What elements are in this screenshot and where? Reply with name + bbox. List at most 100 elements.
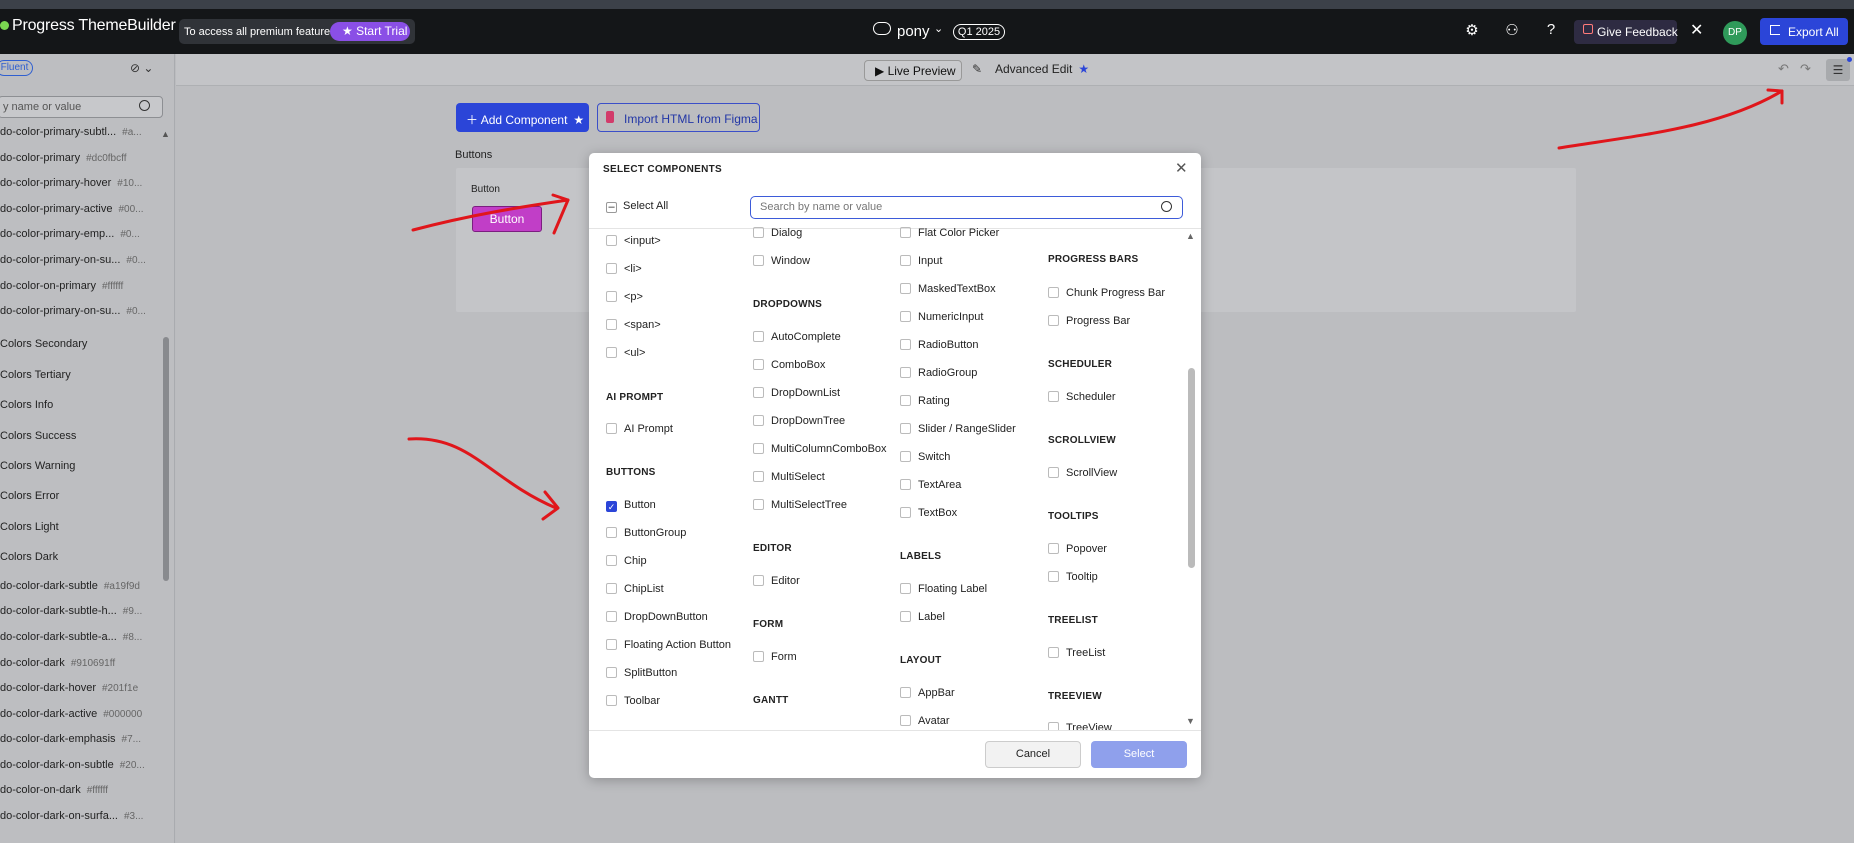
component-checkbox[interactable]: <li> [606,263,642,275]
close-icon[interactable]: ✕ [1175,159,1188,177]
undo-icon[interactable]: ↶ [1778,61,1789,77]
component-checkbox[interactable]: <input> [606,235,661,247]
visibility-toggle-icon[interactable]: ⊘ ⌄ [130,61,153,75]
group-colors-success[interactable]: Colors Success [0,430,76,442]
add-component-button[interactable]: ＋ Add Component ★ [456,103,589,132]
component-checkbox[interactable]: Window [753,255,810,267]
avatar[interactable]: DP [1723,21,1747,45]
component-checkbox[interactable]: Scheduler [1048,391,1116,403]
component-checkbox[interactable]: ButtonGroup [606,527,686,539]
component-checkbox[interactable]: Floating Label [900,583,987,595]
group-colors-tertiary[interactable]: Colors Tertiary [0,369,71,381]
component-checkbox[interactable]: AutoComplete [753,331,841,343]
component-checkbox[interactable]: ScrollView [1048,467,1117,479]
cancel-button[interactable]: Cancel [985,741,1081,768]
component-checkbox[interactable]: Tooltip [1048,571,1098,583]
component-checkbox[interactable]: DropDownTree [753,415,845,427]
component-checkbox-checked[interactable]: ✓ Button [606,499,656,512]
token-item[interactable]: do-color-primary-on-su... #0... [0,305,150,317]
select-all-checkbox[interactable]: – Select All [606,200,668,213]
component-checkbox[interactable]: Slider / RangeSlider [900,423,1016,435]
token-item[interactable]: do-color-dark-subtle-a... #8... [0,631,150,643]
token-item[interactable]: do-color-primary-on-su... #0... [0,254,150,266]
group-colors-error[interactable]: Colors Error [0,490,59,502]
token-item[interactable]: do-color-primary-subtl... #a... [0,126,150,138]
component-checkbox[interactable]: RadioButton [900,339,979,351]
chevron-down-icon[interactable]: ⌄ [934,22,943,35]
component-checkbox[interactable]: AI Prompt [606,423,673,435]
component-checkbox[interactable]: TextArea [900,479,961,491]
component-checkbox[interactable]: Chip [606,555,647,567]
scroll-up-icon[interactable]: ▲ [1186,231,1195,241]
token-item[interactable]: do-color-primary-emp... #0... [0,228,150,240]
redo-icon[interactable]: ↷ [1800,61,1811,77]
live-preview-button[interactable]: ▶ Live Preview [864,60,962,81]
add-user-icon[interactable]: ⚇ [1502,21,1522,41]
token-item[interactable]: do-color-primary-active #00... [0,203,150,215]
select-button[interactable]: Select [1091,741,1187,768]
app-logo[interactable]: Progress ThemeBuilder [0,17,176,35]
component-checkbox[interactable]: SplitButton [606,667,677,679]
token-item[interactable]: do-color-on-dark #ffffff [0,784,150,796]
scroll-up-icon[interactable]: ▲ [161,129,170,139]
dialog-scrollbar[interactable] [1188,368,1195,568]
token-item[interactable]: do-color-dark #910691ff [0,657,150,669]
token-item[interactable]: do-color-dark-subtle #a19f9d [0,580,150,592]
component-checkbox[interactable]: Popover [1048,543,1107,555]
component-checkbox[interactable]: DropDownButton [606,611,708,623]
component-checkbox[interactable]: Floating Action Button [606,639,731,651]
component-checkbox[interactable]: RadioGroup [900,367,977,379]
component-checkbox[interactable]: Switch [900,451,950,463]
component-checkbox[interactable]: <span> [606,319,661,331]
component-checkbox[interactable]: Dialog [753,227,802,239]
sample-button[interactable]: Button [472,206,542,232]
token-item[interactable]: do-color-dark-subtle-h... #9... [0,605,150,617]
component-checkbox[interactable]: DropDownList [753,387,840,399]
component-checkbox[interactable]: ChipList [606,583,664,595]
component-checkbox[interactable]: TextBox [900,507,957,519]
import-html-button[interactable]: Import HTML from Figma [597,103,760,132]
group-colors-light[interactable]: Colors Light [0,521,59,533]
token-item[interactable]: do-color-dark-on-surfa... #3... [0,810,150,822]
token-item[interactable]: do-color-dark-emphasis #7... [0,733,150,745]
component-checkbox[interactable]: TreeList [1048,647,1105,659]
component-checkbox[interactable]: <ul> [606,347,645,359]
token-item[interactable]: do-color-dark-active #000000 [0,708,150,720]
advanced-edit-button[interactable]: Advanced Edit ★ [995,62,1089,76]
component-checkbox[interactable]: Toolbar [606,695,660,707]
component-checkbox[interactable]: Progress Bar [1048,315,1130,327]
group-colors-dark[interactable]: Colors Dark [0,551,58,563]
checklist-icon[interactable]: ☰ [1826,59,1850,81]
component-checkbox[interactable]: Avatar [900,715,950,727]
component-checkbox[interactable]: Form [753,651,797,663]
scroll-down-icon[interactable]: ▼ [1186,716,1195,726]
component-checkbox[interactable]: TreeView [1048,722,1112,730]
component-checkbox[interactable]: Flat Color Picker [900,227,999,239]
gear-icon[interactable]: ⚙ [1462,21,1482,41]
group-colors-info[interactable]: Colors Info [0,399,53,411]
close-icon[interactable]: ✕ [1690,20,1703,40]
component-checkbox[interactable]: Rating [900,395,950,407]
group-colors-secondary[interactable]: Colors Secondary [0,338,87,350]
start-trial-button[interactable]: ★ Start Trial [330,22,410,41]
component-checkbox[interactable]: Input [900,255,942,267]
token-item[interactable]: do-color-primary #dc0fbcff [0,152,150,164]
help-icon[interactable]: ? [1541,21,1561,41]
token-item[interactable]: do-color-dark-hover #201f1e [0,682,150,694]
project-name[interactable]: pony [897,23,930,40]
component-checkbox[interactable]: Label [900,611,945,623]
component-checkbox[interactable]: MaskedTextBox [900,283,996,295]
component-checkbox[interactable]: AppBar [900,687,955,699]
component-search-input[interactable]: Search by name or value [750,196,1183,219]
token-item[interactable]: do-color-primary-hover #10... [0,177,150,189]
component-checkbox[interactable]: <p> [606,291,643,303]
token-item[interactable]: do-color-on-primary #ffffff [0,280,150,292]
sidebar-scrollbar[interactable] [163,337,169,581]
component-checkbox[interactable]: NumericInput [900,311,983,323]
token-item[interactable]: do-color-dark-on-subtle #20... [0,759,150,771]
component-checkbox[interactable]: MultiColumnComboBox [753,443,887,455]
component-checkbox[interactable]: MultiSelect [753,471,825,483]
component-checkbox[interactable]: Chunk Progress Bar [1048,287,1165,299]
component-checkbox[interactable]: ComboBox [753,359,825,371]
component-checkbox[interactable]: Editor [753,575,800,587]
